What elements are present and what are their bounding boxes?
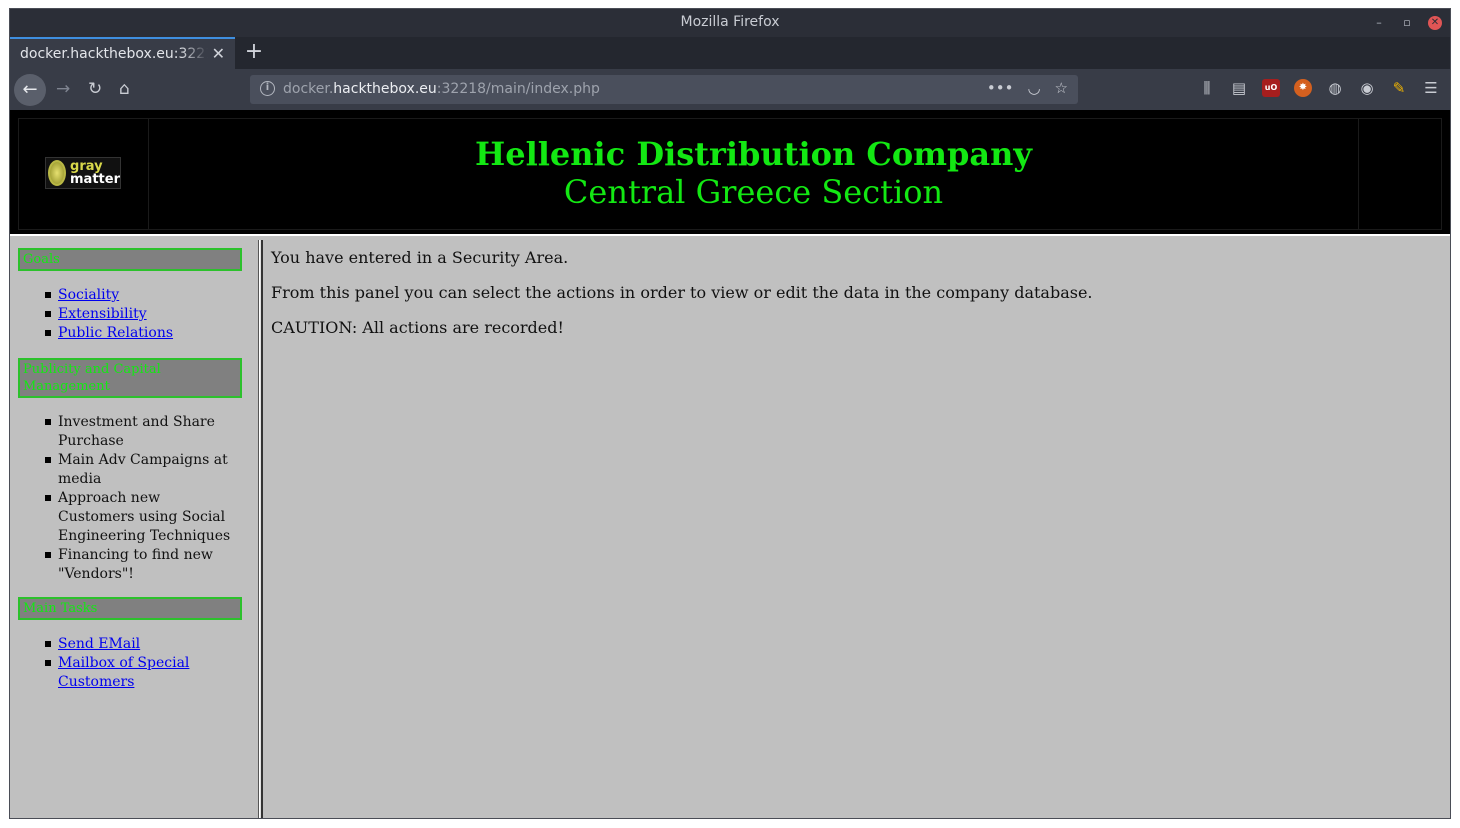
page-title: Hellenic Distribution Company bbox=[475, 135, 1032, 173]
logo-text: gray matter bbox=[70, 160, 120, 186]
toolbar-icons: ⫼ ▤ uO ✸ ◍ ◉ ✎ ☰ bbox=[1198, 79, 1440, 97]
tab-title: docker.hackthebox.eu:32218 bbox=[20, 46, 208, 62]
list-item: Investment and Share Purchase bbox=[45, 413, 238, 451]
menu-icon[interactable]: ☰ bbox=[1422, 79, 1440, 97]
title-cell: Hellenic Distribution Company Central Gr… bbox=[149, 119, 1359, 229]
section-heading-goals: Goals bbox=[18, 248, 242, 271]
security-notice: You have entered in a Security Area. bbox=[271, 248, 569, 267]
tab-active[interactable]: docker.hackthebox.eu:32218 ✕ bbox=[10, 37, 235, 69]
ublock-icon[interactable]: uO bbox=[1262, 79, 1280, 97]
graymatter-logo: gray matter bbox=[45, 157, 121, 189]
maximize-icon[interactable]: ▫ bbox=[1400, 16, 1414, 30]
list-item: Approach new Customers using Social Engi… bbox=[45, 489, 238, 546]
url-suffix: :32218/main/index.php bbox=[436, 81, 600, 97]
library-icon[interactable]: ⫼ bbox=[1198, 79, 1216, 97]
link-mailbox-special-customers[interactable]: Mailbox of Special Customers bbox=[58, 655, 189, 690]
bookmark-star-icon[interactable]: ☆ bbox=[1055, 79, 1068, 97]
window-controls: – ▫ ✕ bbox=[1372, 15, 1442, 31]
url-bar[interactable]: i docker.hackthebox.eu:32218/main/index.… bbox=[250, 75, 1078, 104]
logo-line2: matter bbox=[70, 172, 120, 187]
sidebar: Goals Sociality Extensibility Public Rel… bbox=[10, 240, 259, 818]
publicity-list: Investment and Share Purchase Main Adv C… bbox=[45, 413, 238, 584]
new-tab-icon[interactable]: + bbox=[242, 39, 266, 64]
list-item: Send EMail bbox=[45, 635, 238, 654]
link-sociality[interactable]: Sociality bbox=[58, 287, 119, 303]
nav-toolbar: ← → ↻ ⌂ i docker.hackthebox.eu:32218/mai… bbox=[10, 69, 1450, 110]
main-tasks-list: Send EMail Mailbox of Special Customers bbox=[45, 635, 238, 692]
title-bar: Mozilla Firefox – ▫ ✕ bbox=[10, 9, 1450, 37]
panel-description: From this panel you can select the actio… bbox=[271, 283, 1093, 302]
link-send-email[interactable]: Send EMail bbox=[58, 636, 140, 652]
window-title: Mozilla Firefox bbox=[680, 14, 780, 30]
caution-text: CAUTION: All actions are recorded! bbox=[271, 318, 564, 337]
browser-window: Mozilla Firefox – ▫ ✕ docker.hackthebox.… bbox=[9, 8, 1451, 819]
page-subtitle: Central Greece Section bbox=[563, 173, 944, 211]
tab-close-icon[interactable]: ✕ bbox=[212, 44, 225, 63]
list-item: Main Adv Campaigns at media bbox=[45, 451, 238, 489]
home-icon[interactable]: ⌂ bbox=[119, 79, 130, 99]
brain-icon bbox=[48, 160, 67, 186]
tab-strip: docker.hackthebox.eu:32218 ✕ + bbox=[10, 37, 1450, 69]
list-item: Financing to find new "Vendors"! bbox=[45, 546, 238, 584]
cookie-icon[interactable]: ◍ bbox=[1326, 79, 1344, 97]
section-heading-publicity: Publicity and Capital Management bbox=[18, 358, 242, 398]
url-host: hackthebox.eu bbox=[333, 81, 437, 97]
url-prefix: docker. bbox=[283, 81, 334, 97]
list-item: Extensibility bbox=[45, 305, 238, 324]
link-public-relations[interactable]: Public Relations bbox=[58, 325, 173, 341]
url-text[interactable]: docker.hackthebox.eu:32218/main/index.ph… bbox=[283, 81, 600, 97]
logo-cell: gray matter bbox=[19, 119, 149, 229]
frame-separator[interactable] bbox=[259, 240, 263, 818]
extension-icon[interactable]: ✸ bbox=[1294, 79, 1312, 97]
list-item: Public Relations bbox=[45, 324, 238, 343]
forward-icon[interactable]: → bbox=[56, 79, 70, 99]
account-icon[interactable]: ◉ bbox=[1358, 79, 1376, 97]
close-window-icon[interactable]: ✕ bbox=[1428, 16, 1442, 30]
header-table: gray matter Hellenic Distribution Compan… bbox=[18, 118, 1442, 230]
sidebar-icon[interactable]: ▤ bbox=[1230, 79, 1248, 97]
link-extensibility[interactable]: Extensibility bbox=[58, 306, 147, 322]
more-icon[interactable]: ••• bbox=[987, 79, 1014, 97]
list-item: Sociality bbox=[45, 286, 238, 305]
broom-icon[interactable]: ✎ bbox=[1390, 79, 1408, 97]
site-header: gray matter Hellenic Distribution Compan… bbox=[10, 110, 1450, 236]
url-actions: ••• ◡ ☆ bbox=[987, 79, 1068, 97]
minimize-icon[interactable]: – bbox=[1372, 16, 1386, 30]
section-heading-main-tasks: Main Tasks bbox=[18, 597, 242, 620]
reload-icon[interactable]: ↻ bbox=[88, 79, 102, 99]
back-icon[interactable]: ← bbox=[14, 74, 46, 106]
goals-list: Sociality Extensibility Public Relations bbox=[45, 286, 238, 343]
list-item: Mailbox of Special Customers bbox=[45, 654, 238, 692]
main-panel: You have entered in a Security Area. Fro… bbox=[265, 240, 1450, 818]
pocket-icon[interactable]: ◡ bbox=[1027, 79, 1040, 97]
page-content: gray matter Hellenic Distribution Compan… bbox=[10, 110, 1450, 818]
info-icon[interactable]: i bbox=[260, 81, 275, 96]
